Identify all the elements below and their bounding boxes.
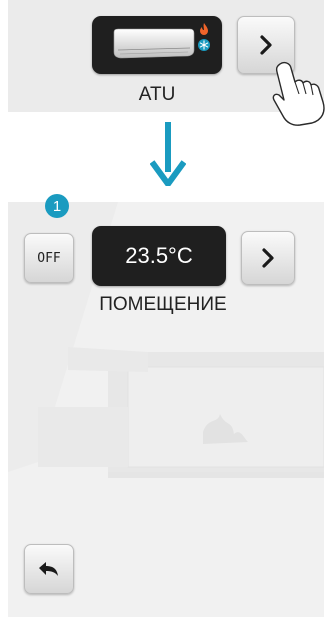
temperature-value: 23.5°C <box>125 243 193 268</box>
chevron-right-icon <box>260 35 272 55</box>
flame-icon <box>200 23 208 35</box>
snowflake-icon <box>198 39 210 51</box>
back-button[interactable] <box>24 544 74 594</box>
zone-next-button[interactable] <box>241 231 295 285</box>
pointing-hand-icon <box>272 61 325 126</box>
arrow-down-icon <box>150 122 186 186</box>
device-label: ATU <box>138 84 176 105</box>
chevron-right-icon <box>262 248 274 268</box>
step-number-badge: 1 <box>45 194 69 218</box>
air-conditioner-icon <box>113 28 195 59</box>
back-arrow-icon <box>39 562 58 576</box>
zone-label: ПОМЕЩЕНИЕ <box>99 294 227 315</box>
off-button[interactable]: OFF <box>24 233 74 283</box>
temperature-display[interactable]: 23.5°C <box>92 226 226 286</box>
air-conditioner-tile[interactable] <box>92 16 222 74</box>
off-button-label: OFF <box>37 250 61 266</box>
